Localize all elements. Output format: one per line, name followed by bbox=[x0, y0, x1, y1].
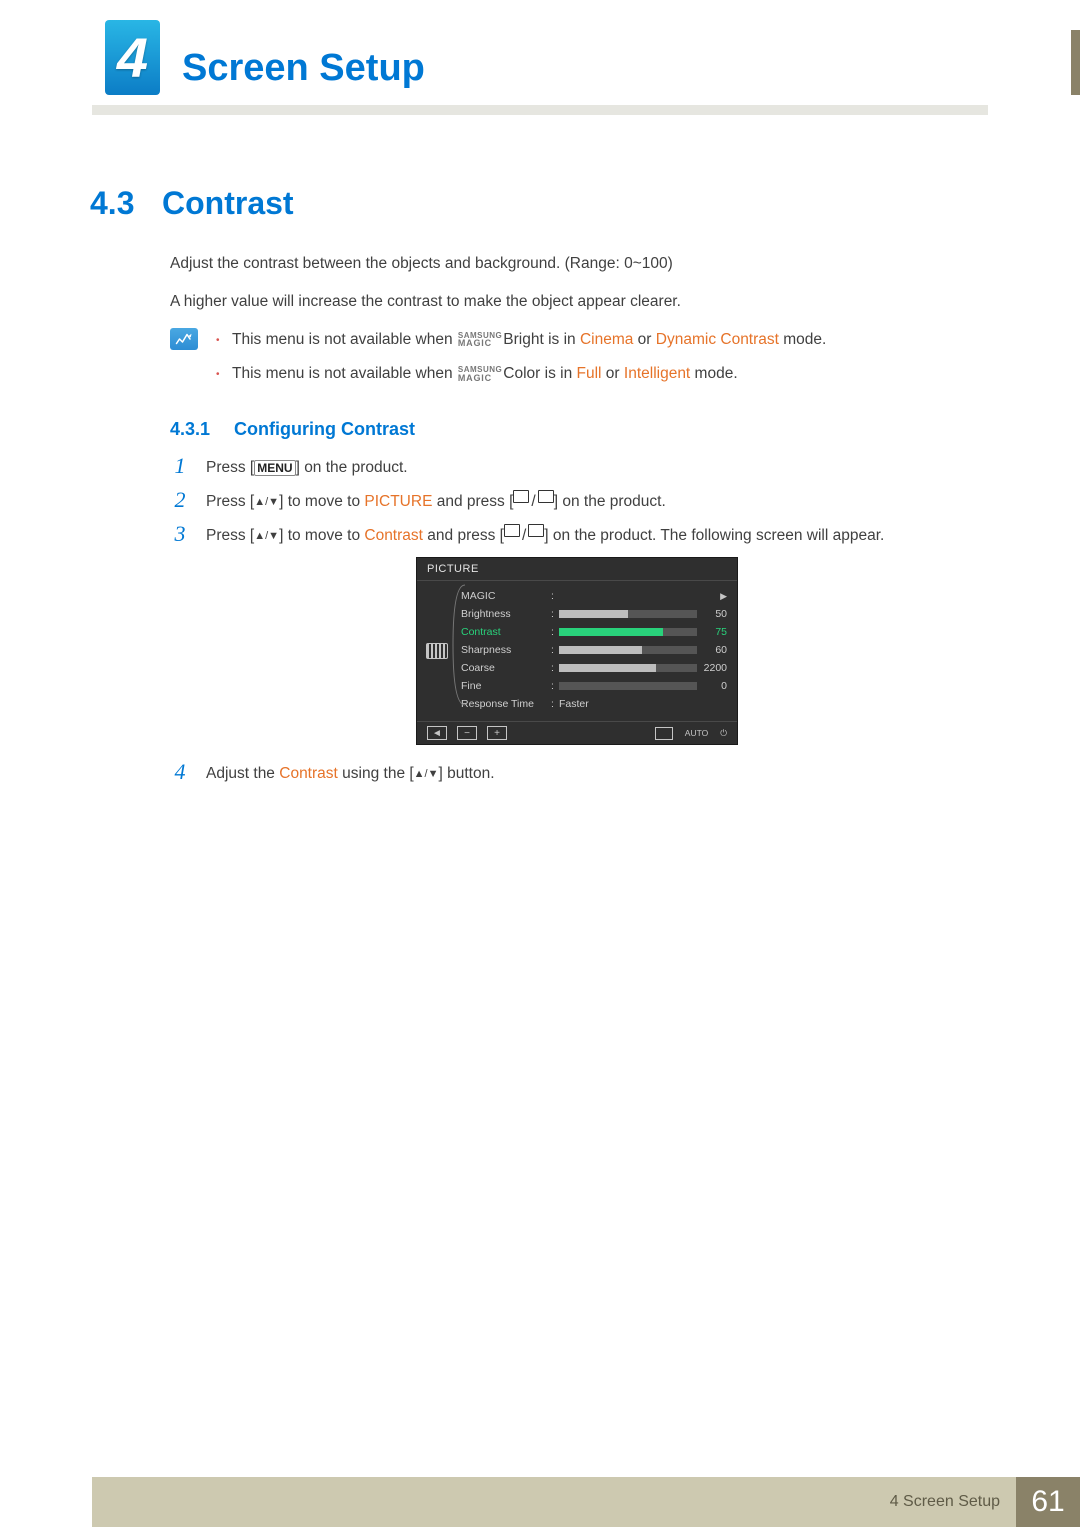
samsung-magic-logo: SAMSUNGMAGIC bbox=[458, 332, 502, 347]
note-item: This menu is not available when SAMSUNGM… bbox=[216, 328, 826, 352]
enter-source-icon: / bbox=[504, 524, 544, 548]
osd-row-label: MAGIC bbox=[461, 590, 551, 602]
up-down-arrows-icon: ▲/▼ bbox=[414, 766, 439, 783]
note-item: This menu is not available when SAMSUNGM… bbox=[216, 362, 826, 386]
step-number: 2 bbox=[172, 488, 188, 512]
intro-paragraph-2: A higher value will increase the contras… bbox=[170, 290, 970, 314]
osd-title: PICTURE bbox=[417, 558, 737, 581]
osd-row-value: 2200 bbox=[697, 662, 727, 674]
osd-row-value: 60 bbox=[697, 644, 727, 656]
osd-menu: PICTURE MAGIC:▶Brightness:50Contrast:75S… bbox=[417, 558, 737, 744]
osd-row-label: Response Time bbox=[461, 698, 551, 710]
up-down-arrows-icon: ▲/▼ bbox=[254, 494, 279, 511]
osd-row: Contrast:75 bbox=[461, 623, 727, 641]
osd-row: Fine:0 bbox=[461, 677, 727, 695]
step-number: 4 bbox=[172, 760, 188, 784]
osd-row-label: Sharpness bbox=[461, 644, 551, 656]
section-number: 4.3 bbox=[90, 185, 162, 222]
osd-slider-bar bbox=[559, 682, 697, 690]
osd-slider-bar bbox=[559, 610, 697, 618]
osd-slider-bar bbox=[559, 646, 697, 654]
osd-row-value: ▶ bbox=[697, 590, 727, 602]
step-item: 4 Adjust the Contrast using the [▲/▼] bu… bbox=[172, 760, 982, 786]
samsung-magic-logo: SAMSUNGMAGIC bbox=[458, 366, 502, 381]
osd-foot: ◄ − + AUTO ⏻ bbox=[417, 721, 737, 744]
osd-source-icon bbox=[655, 727, 673, 740]
osd-row: Coarse:2200 bbox=[461, 659, 727, 677]
note-icon bbox=[170, 328, 198, 350]
section-heading: 4.3Contrast bbox=[90, 185, 294, 222]
osd-slider-bar bbox=[559, 664, 697, 672]
page-footer: 4 Screen Setup 61 bbox=[0, 1477, 1080, 1527]
osd-plus-icon: + bbox=[487, 726, 507, 740]
osd-row-value-text: Faster bbox=[559, 698, 697, 710]
chapter-title: Screen Setup bbox=[182, 49, 425, 87]
osd-row: MAGIC:▶ bbox=[461, 587, 727, 605]
footer-chapter-label: 4 Screen Setup bbox=[92, 1477, 1016, 1527]
menu-key-icon: MENU bbox=[254, 460, 295, 476]
osd-row: Sharpness:60 bbox=[461, 641, 727, 659]
subsection-number: 4.3.1 bbox=[170, 419, 234, 440]
footer-page-number: 61 bbox=[1016, 1477, 1080, 1527]
up-down-arrows-icon: ▲/▼ bbox=[254, 528, 279, 545]
osd-back-icon: ◄ bbox=[427, 726, 447, 740]
osd-row-value: 50 bbox=[697, 608, 727, 620]
osd-row: Response Time:Faster bbox=[461, 695, 727, 713]
osd-row: Brightness:50 bbox=[461, 605, 727, 623]
step-item: 3 Press [▲/▼] to move to Contrast and pr… bbox=[172, 522, 982, 548]
osd-row-label: Coarse bbox=[461, 662, 551, 674]
osd-rows: MAGIC:▶Brightness:50Contrast:75Sharpness… bbox=[457, 581, 737, 721]
osd-auto-label: AUTO bbox=[685, 728, 708, 738]
intro-paragraph-1: Adjust the contrast between the objects … bbox=[170, 252, 970, 276]
chapter-number-badge: 4 bbox=[105, 20, 160, 95]
osd-row-value: 75 bbox=[697, 626, 727, 638]
section-title: Contrast bbox=[162, 185, 294, 221]
chapter-header: 4 Screen Setup bbox=[105, 20, 425, 95]
note-list: This menu is not available when SAMSUNGM… bbox=[216, 328, 826, 396]
page-tab-stub bbox=[1071, 30, 1080, 95]
osd-decor-curve-icon bbox=[451, 583, 467, 707]
step-item: 2 Press [▲/▼] to move to PICTURE and pre… bbox=[172, 488, 982, 514]
header-rule bbox=[92, 105, 988, 115]
osd-row-label: Fine bbox=[461, 680, 551, 692]
steps-list: 1 Press [MENU] on the product. 2 Press [… bbox=[172, 454, 982, 794]
osd-slider-bar bbox=[559, 628, 697, 636]
step-number: 3 bbox=[172, 522, 188, 546]
step-item: 1 Press [MENU] on the product. bbox=[172, 454, 982, 480]
subsection-heading: 4.3.1Configuring Contrast bbox=[170, 419, 415, 440]
section-body: Adjust the contrast between the objects … bbox=[170, 252, 970, 396]
subsection-title: Configuring Contrast bbox=[234, 419, 415, 439]
enter-source-icon: / bbox=[513, 490, 553, 514]
osd-minus-icon: − bbox=[457, 726, 477, 740]
osd-row-value: 0 bbox=[697, 680, 727, 692]
osd-row-label: Contrast bbox=[461, 626, 551, 638]
step-number: 1 bbox=[172, 454, 188, 478]
osd-power-icon: ⏻ bbox=[720, 728, 727, 739]
osd-row-label: Brightness bbox=[461, 608, 551, 620]
